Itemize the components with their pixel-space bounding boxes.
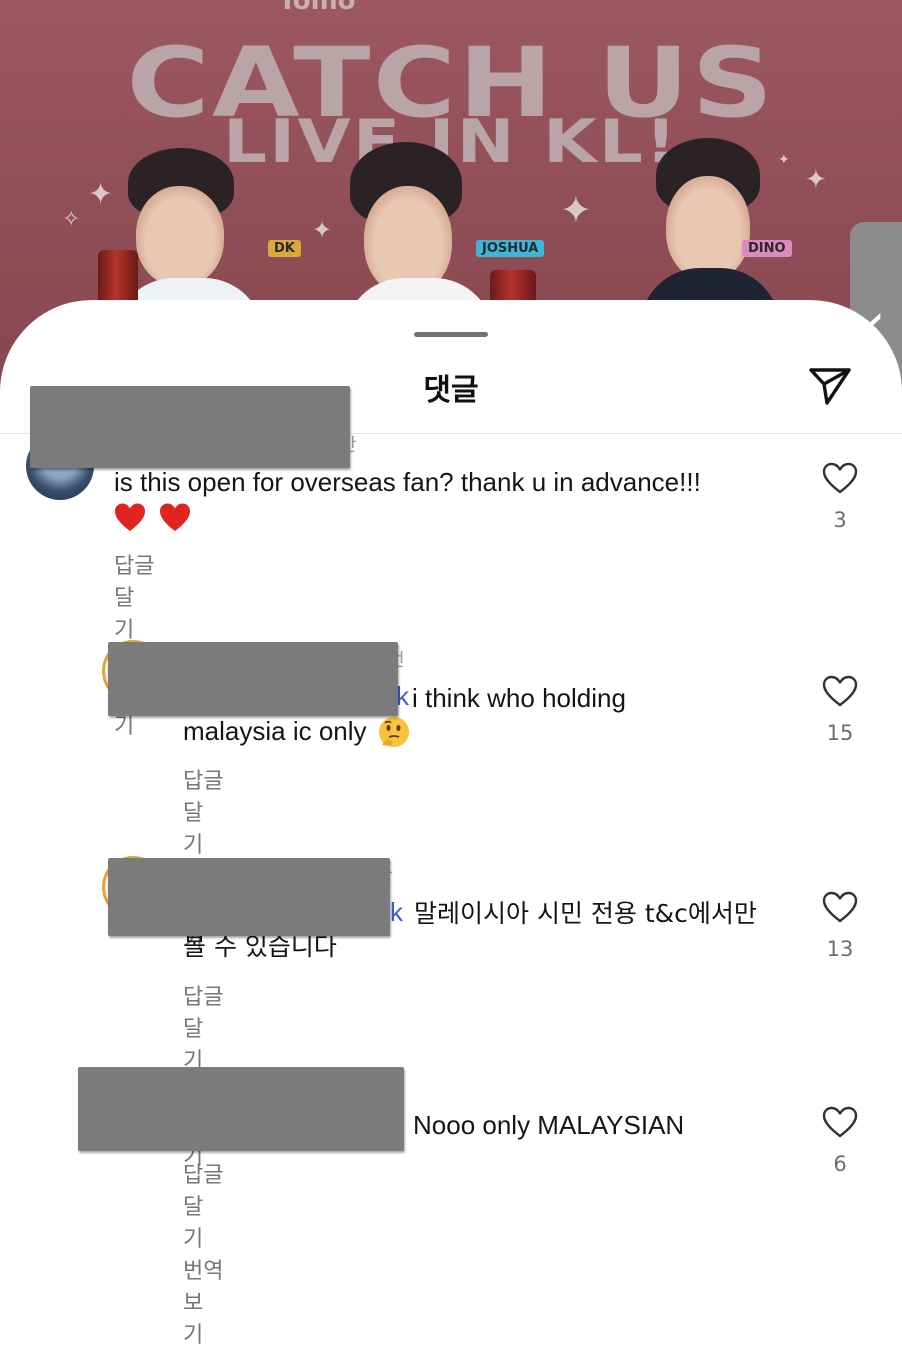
comment-actions: 답글 달기번역 보기 — [183, 1157, 237, 1349]
comment-text: i think who holding — [412, 683, 626, 713]
redacted-username — [78, 1067, 404, 1151]
like-count: 13 — [826, 937, 854, 961]
sparkle-icon: ✦ — [560, 188, 592, 232]
member-name-tag: DK — [268, 240, 301, 257]
mention-link[interactable]: k — [390, 897, 403, 928]
heart-outline-icon[interactable] — [822, 675, 858, 707]
reply-button[interactable]: 답글 달기 — [114, 554, 154, 643]
redacted-username — [30, 386, 350, 468]
like-control: 3 — [820, 462, 860, 532]
like-count: 15 — [826, 721, 854, 745]
like-count: 3 — [833, 508, 847, 532]
like-count: 6 — [833, 1152, 847, 1176]
like-control: 15 — [820, 675, 860, 745]
comment-text: Nooo only MALAYSIAN — [413, 1110, 685, 1140]
sheet-grab-handle[interactable] — [414, 332, 488, 337]
translate-button[interactable]: 번역 보기 — [183, 1259, 223, 1348]
sparkle-icon: ✦ — [778, 152, 790, 168]
red-heart-emoji-icon — [160, 503, 191, 532]
snack-can — [98, 250, 138, 305]
reply-button[interactable]: 답글 달기 — [183, 769, 223, 858]
reply-button[interactable]: 답글 달기 — [183, 985, 223, 1074]
member-name-tag: JOSHUA — [476, 240, 545, 257]
red-heart-emoji-icon — [115, 503, 145, 532]
comment-text-line2: malaysia ic only — [183, 714, 412, 751]
sparkle-icon: ✦ — [805, 165, 827, 195]
comment-text: 말레이시아 시민 전용 t&c에서만 — [414, 899, 757, 928]
comments-sheet: 댓글 만 is this open for overseas fan? than… — [0, 300, 902, 1348]
poster-brand: Tomo — [278, 0, 356, 16]
heart-outline-icon[interactable] — [822, 1106, 858, 1138]
redacted-username — [108, 642, 398, 716]
sparkle-icon: ✦ — [312, 216, 333, 244]
comment-emoji-line — [114, 499, 197, 534]
comment-text: is this open for overseas fan? thank u i… — [114, 467, 701, 497]
reply-button[interactable]: 답글 달기 — [183, 1163, 223, 1252]
thinking-face-emoji-icon — [378, 717, 409, 748]
comment-text-continued: malaysia ic only — [183, 716, 367, 746]
heart-outline-icon[interactable] — [822, 891, 858, 923]
like-control: 6 — [820, 1106, 860, 1176]
paper-plane-icon[interactable] — [807, 362, 853, 408]
sparkle-icon: ✦ — [88, 177, 114, 212]
member-name-tag: DINO — [742, 240, 792, 257]
redacted-username — [108, 858, 390, 936]
sparkle-icon: ✧ — [62, 207, 81, 232]
heart-outline-icon[interactable] — [822, 462, 858, 494]
like-control: 13 — [820, 891, 860, 961]
